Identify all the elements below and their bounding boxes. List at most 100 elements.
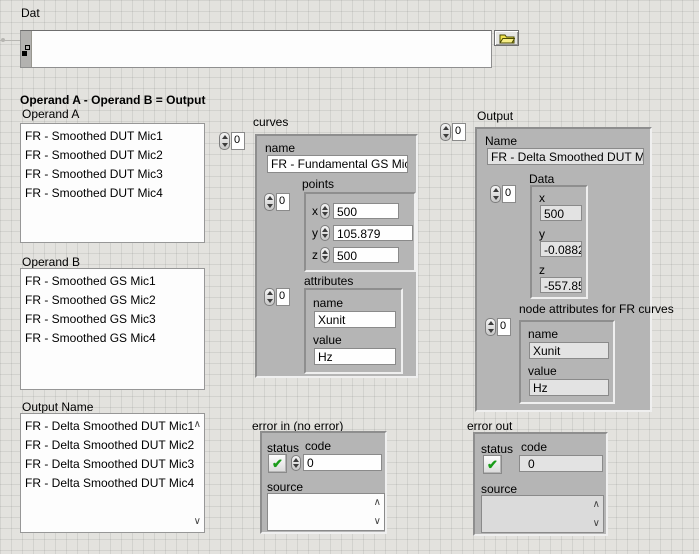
list-item[interactable]: FR - Delta Smoothed DUT Mic4 (25, 474, 202, 493)
list-item[interactable]: FR - Smoothed DUT Mic2 (25, 146, 202, 165)
attribute-value-field[interactable]: Hz (314, 348, 396, 365)
check-icon: ✔ (272, 457, 283, 470)
node-attr-value-label: value (528, 365, 557, 378)
page-title: Operand A - Operand B = Output (20, 94, 205, 107)
wire-terminal-dot (1, 38, 5, 42)
error-in-code-label: code (305, 440, 331, 453)
data-y-field: -0.08823 (540, 241, 582, 257)
data-index-spinner[interactable]: 0 (490, 185, 516, 203)
list-item[interactable]: FR - Delta Smoothed DUT Mic3 (25, 455, 202, 474)
list-item[interactable]: FR - Smoothed GS Mic1 (25, 272, 202, 291)
data-x-label: x (539, 192, 545, 205)
output-cluster: Name FR - Delta Smoothed DUT Mic1 Data 0… (475, 127, 652, 412)
spinner-arrows-icon[interactable] (291, 455, 301, 471)
spinner-arrows-icon[interactable] (219, 132, 230, 150)
node-attributes-label: node attributes for FR curves (519, 303, 674, 316)
node-attr-value-field: Hz (529, 379, 609, 396)
curves-index-value[interactable]: 0 (231, 132, 245, 150)
spinner-arrows-icon[interactable] (440, 123, 451, 141)
scroll-down-icon[interactable]: ∨ (593, 519, 600, 529)
attributes-index-value[interactable]: 0 (276, 288, 290, 306)
spinner-arrows-icon[interactable] (264, 288, 275, 306)
curve-name-label: name (265, 142, 295, 155)
point-z-field[interactable]: 500 (333, 247, 399, 263)
error-out-source-field: ∧ ∨ (481, 495, 604, 533)
data-z-label: z (539, 264, 545, 277)
list-item[interactable]: FR - Delta Smoothed DUT Mic1 (25, 417, 202, 436)
operand-a-listbox[interactable]: FR - Smoothed DUT Mic1 FR - Smoothed DUT… (20, 123, 205, 243)
path-type-strip (21, 31, 32, 67)
data-index-value[interactable]: 0 (502, 185, 516, 203)
check-icon: ✔ (487, 458, 498, 471)
output-name-field-label: Name (485, 135, 517, 148)
attribute-name-label: name (313, 297, 343, 310)
folder-icon (499, 33, 515, 44)
point-x-label: x (312, 205, 318, 218)
operand-a-label: Operand A (22, 108, 79, 121)
node-attributes-index-value[interactable]: 0 (497, 318, 511, 336)
scroll-down-icon[interactable]: ∨ (194, 517, 201, 527)
scroll-up-icon[interactable]: ∧ (374, 498, 381, 508)
error-in-status-button[interactable]: ✔ (268, 454, 287, 473)
error-in-code-spinner[interactable] (291, 455, 302, 471)
path-input[interactable] (20, 30, 492, 68)
data-z-field: -557.857 (540, 277, 582, 293)
error-in-code-field[interactable]: 0 (303, 454, 382, 471)
error-in-source-field[interactable]: ∧ ∨ (267, 493, 385, 531)
curves-cluster: name FR - Fundamental GS Mic1 points 0 x… (255, 134, 418, 378)
point-z-spinner[interactable] (320, 247, 331, 263)
scroll-up-icon[interactable]: ∧ (194, 420, 201, 430)
list-item[interactable]: FR - Smoothed DUT Mic3 (25, 165, 202, 184)
spinner-arrows-icon[interactable] (490, 185, 501, 203)
spinner-arrows-icon[interactable] (320, 247, 330, 263)
spinner-arrows-icon[interactable] (320, 225, 330, 241)
output-name-listbox[interactable]: FR - Delta Smoothed DUT Mic1 FR - Delta … (20, 413, 205, 533)
path-symbol-icon (22, 45, 30, 57)
curve-name-field[interactable]: FR - Fundamental GS Mic1 (267, 155, 408, 173)
list-item[interactable]: FR - Smoothed GS Mic4 (25, 329, 202, 348)
points-cluster: x 500 y 105.879 z 500 (304, 192, 416, 272)
spinner-arrows-icon[interactable] (485, 318, 496, 336)
curves-label: curves (253, 116, 288, 129)
scroll-up-icon[interactable]: ∧ (593, 500, 600, 510)
points-index-value[interactable]: 0 (276, 193, 290, 211)
front-panel: Dat Operand A - Operand B = Output Opera… (0, 0, 699, 554)
attribute-value-label: value (313, 334, 342, 347)
list-item[interactable]: FR - Smoothed DUT Mic1 (25, 127, 202, 146)
node-attributes-index-spinner[interactable]: 0 (485, 318, 511, 336)
output-label: Output (477, 110, 513, 123)
data-y-label: y (539, 228, 545, 241)
list-item[interactable]: FR - Delta Smoothed DUT Mic2 (25, 436, 202, 455)
point-z-label: z (312, 249, 318, 262)
output-name-field: FR - Delta Smoothed DUT Mic1 (487, 148, 644, 165)
list-item[interactable]: FR - Smoothed GS Mic2 (25, 291, 202, 310)
spinner-arrows-icon[interactable] (320, 203, 330, 219)
point-x-spinner[interactable] (320, 203, 331, 219)
attribute-name-field[interactable]: Xunit (314, 311, 396, 328)
spinner-arrows-icon[interactable] (264, 193, 275, 211)
point-y-spinner[interactable] (320, 225, 331, 241)
error-out-status-indicator: ✔ (483, 455, 502, 474)
browse-button[interactable] (494, 30, 519, 46)
output-index-spinner[interactable]: 0 (440, 123, 466, 141)
points-index-spinner[interactable]: 0 (264, 193, 290, 211)
list-item[interactable]: FR - Smoothed DUT Mic4 (25, 184, 202, 203)
node-attr-name-field: Xunit (529, 342, 609, 359)
attributes-label: attributes (304, 275, 353, 288)
points-label: points (302, 178, 334, 191)
point-x-field[interactable]: 500 (333, 203, 399, 219)
curves-index-spinner[interactable]: 0 (219, 132, 245, 150)
point-y-label: y (312, 227, 318, 240)
output-index-value[interactable]: 0 (452, 123, 466, 141)
point-y-field[interactable]: 105.879 (333, 225, 413, 241)
operand-b-listbox[interactable]: FR - Smoothed GS Mic1 FR - Smoothed GS M… (20, 268, 205, 390)
scroll-down-icon[interactable]: ∨ (374, 517, 381, 527)
path-control-label: Dat (21, 7, 40, 20)
attributes-cluster: name Xunit value Hz (304, 288, 403, 374)
error-out-code-field: 0 (519, 455, 603, 472)
error-in-cluster: status code ✔ 0 source ∧ ∨ (260, 431, 387, 534)
error-out-cluster: status code ✔ 0 source ∧ ∨ (473, 432, 608, 536)
list-item[interactable]: FR - Smoothed GS Mic3 (25, 310, 202, 329)
attributes-index-spinner[interactable]: 0 (264, 288, 290, 306)
node-attributes-cluster: name Xunit value Hz (519, 320, 615, 404)
